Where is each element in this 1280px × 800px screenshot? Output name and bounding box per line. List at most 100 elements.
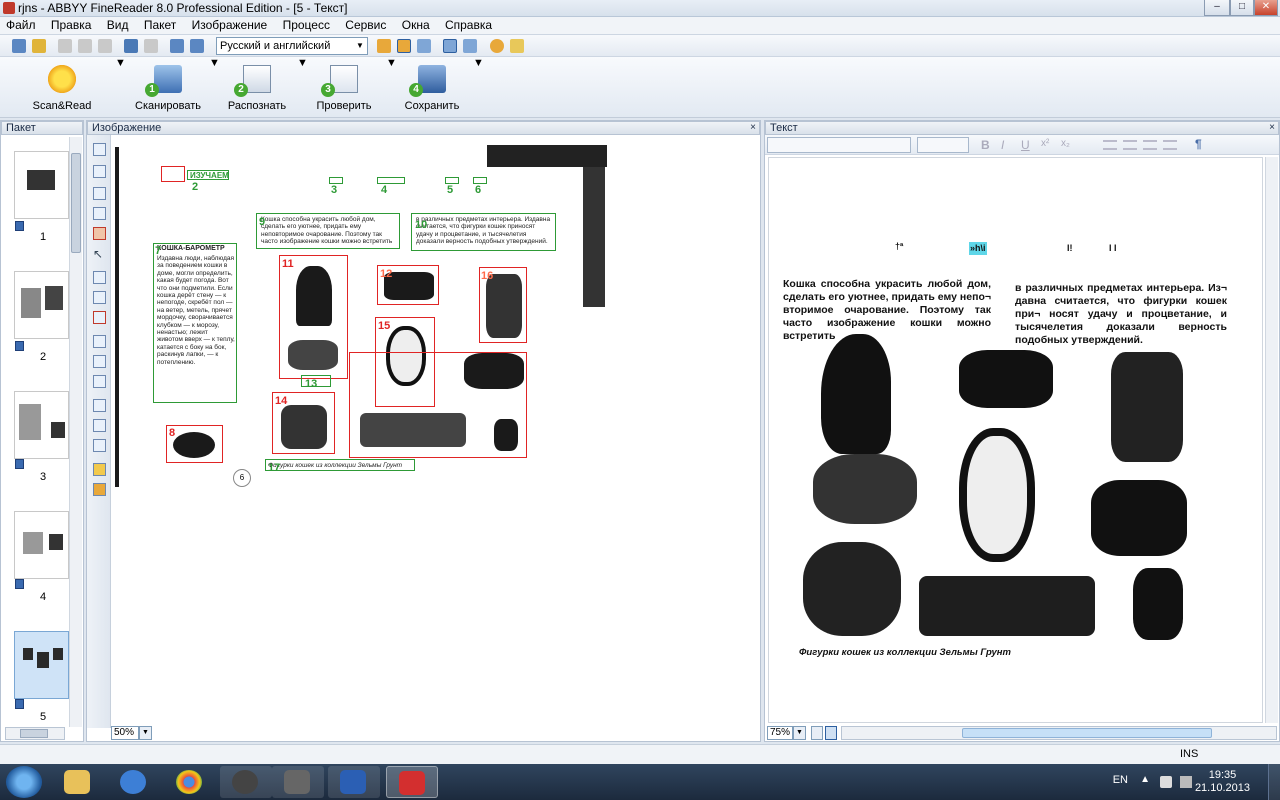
- menu-windows[interactable]: Окна: [396, 17, 436, 32]
- chevron-down-icon[interactable]: ▼: [793, 726, 806, 740]
- maximize-button[interactable]: □: [1230, 0, 1254, 16]
- copy-icon[interactable]: [78, 39, 92, 53]
- tray-arrow-icon[interactable]: ▲: [1140, 774, 1150, 785]
- taskbar-media[interactable]: [220, 766, 272, 798]
- superscript-icon[interactable]: x²: [1041, 138, 1049, 149]
- close-pane-icon[interactable]: ×: [750, 122, 756, 134]
- subscript-icon[interactable]: x₂: [1061, 138, 1070, 149]
- taskbar-word[interactable]: [328, 766, 380, 798]
- language-select[interactable]: Русский и английский ▼: [216, 37, 368, 55]
- select-area-icon[interactable]: [93, 143, 106, 156]
- block-11[interactable]: [279, 255, 348, 379]
- options-icon[interactable]: [490, 39, 504, 53]
- recognize-button[interactable]: 2 Распознать: [217, 57, 297, 117]
- volume-icon[interactable]: [1180, 776, 1192, 788]
- taskbar-chrome[interactable]: [164, 766, 216, 798]
- image-color-icon[interactable]: [93, 463, 106, 476]
- eraser-icon[interactable]: [93, 419, 106, 432]
- block-10[interactable]: в различных предметах интерьера. Издавна…: [411, 213, 556, 251]
- thumbnail-page-1[interactable]: [14, 151, 69, 219]
- menu-edit[interactable]: Правка: [45, 17, 98, 32]
- chevron-down-icon[interactable]: ▼: [353, 38, 367, 54]
- redo-icon[interactable]: [144, 39, 158, 53]
- menu-image[interactable]: Изображение: [186, 17, 274, 32]
- picture-block-icon[interactable]: [93, 227, 106, 240]
- help-book-icon[interactable]: [510, 39, 524, 53]
- bold-icon[interactable]: B: [981, 138, 990, 152]
- image-view-icon[interactable]: [397, 39, 411, 53]
- pointer-icon[interactable]: ↖: [93, 247, 106, 261]
- keyboard-language[interactable]: EN: [1113, 774, 1128, 786]
- block-3[interactable]: [329, 177, 343, 184]
- scan-read-dropdown[interactable]: ▼: [115, 57, 126, 117]
- split-view-icon[interactable]: [443, 39, 457, 53]
- thumbnail-scrollbar[interactable]: [69, 137, 82, 727]
- text-vertical-scrollbar[interactable]: [1265, 157, 1278, 723]
- text-horizontal-scrollbar[interactable]: [841, 726, 1277, 740]
- start-button[interactable]: [6, 766, 42, 798]
- chevron-down-icon[interactable]: ▼: [139, 726, 152, 740]
- menu-view[interactable]: Вид: [101, 17, 135, 32]
- menu-file[interactable]: Файл: [0, 17, 42, 32]
- align-left-icon[interactable]: [1103, 140, 1117, 150]
- block-6[interactable]: [473, 177, 487, 184]
- app-icon[interactable]: [3, 2, 15, 14]
- clock[interactable]: 19:35 21.10.2013: [1195, 769, 1250, 795]
- layout-icon[interactable]: [377, 39, 391, 53]
- block-7[interactable]: КОШКА-БАРОМЕТР Издавна люди, наблюдая за…: [153, 243, 237, 403]
- italic-icon[interactable]: I: [1001, 138, 1004, 152]
- menu-process[interactable]: Процесс: [277, 17, 336, 32]
- page-view-icon[interactable]: [811, 726, 823, 740]
- paste-icon[interactable]: [98, 39, 112, 53]
- taskbar-itunes[interactable]: [108, 766, 160, 798]
- open-folder-icon[interactable]: [32, 39, 46, 53]
- align-right-icon[interactable]: [1143, 140, 1157, 150]
- undo-icon[interactable]: [124, 39, 138, 53]
- network-icon[interactable]: [1160, 776, 1172, 788]
- edit-view-icon[interactable]: [825, 726, 837, 740]
- block-15-ext[interactable]: [349, 352, 527, 458]
- close-pane-icon[interactable]: ×: [1269, 122, 1275, 134]
- image-zoom-select[interactable]: 50% ▼: [111, 726, 152, 740]
- taskbar-steam[interactable]: [272, 766, 324, 798]
- block-4[interactable]: [377, 177, 405, 184]
- delete-block-icon[interactable]: [93, 311, 106, 324]
- minimize-button[interactable]: –: [1204, 0, 1230, 16]
- scan-button[interactable]: 1 Сканировать: [128, 57, 208, 117]
- order-blocks-icon[interactable]: [93, 335, 106, 348]
- garbled-text-2[interactable]: »h\i: [969, 242, 987, 255]
- text-block-icon[interactable]: [93, 187, 106, 200]
- check-button[interactable]: 3 Проверить: [304, 57, 384, 117]
- justify-icon[interactable]: [1163, 140, 1177, 150]
- block-2[interactable]: ИЗУЧАЕМ: [187, 170, 229, 180]
- block-17[interactable]: Фигурки кошек из коллекции Зельмы Грунт: [265, 459, 415, 471]
- text-column-2[interactable]: в различных предметах интерьера. Из¬ дав…: [1015, 282, 1227, 347]
- style-select[interactable]: [767, 137, 911, 153]
- thumbnail-page-3[interactable]: [14, 391, 69, 459]
- next-page-icon[interactable]: [190, 39, 204, 53]
- menu-batch[interactable]: Пакет: [138, 17, 182, 32]
- new-batch-icon[interactable]: [12, 39, 26, 53]
- recognize-area-icon[interactable]: [93, 165, 106, 178]
- scrollbar-thumb[interactable]: [962, 728, 1212, 738]
- scanned-page[interactable]: ИЗУЧАЕМ 2 3 4 5 6 КОШКА-БАРОМЕТР Издавна…: [115, 137, 610, 498]
- block-9[interactable]: Кошка способна украсить любой дом, сдела…: [256, 213, 400, 249]
- text-column-1[interactable]: Кошка способна украсить любой дом, сдела…: [783, 278, 991, 343]
- font-size-select[interactable]: [917, 137, 969, 153]
- horizontal-scrollbar[interactable]: [5, 727, 65, 740]
- save-button[interactable]: 4 Сохранить: [392, 57, 472, 117]
- page-props-icon[interactable]: [93, 439, 106, 452]
- taskbar-finereader[interactable]: [386, 766, 438, 798]
- crop-icon[interactable]: [93, 399, 106, 412]
- show-desktop-button[interactable]: [1268, 764, 1280, 800]
- cut-block-icon[interactable]: [93, 291, 106, 304]
- pilcrow-icon[interactable]: ¶: [1195, 137, 1202, 151]
- block-5[interactable]: [445, 177, 459, 184]
- thumbnail-page-5[interactable]: [14, 631, 69, 699]
- save-dropdown[interactable]: ▼: [473, 57, 484, 117]
- menu-help[interactable]: Справка: [439, 17, 498, 32]
- photo-icon[interactable]: [93, 483, 106, 496]
- underline-icon[interactable]: U: [1021, 138, 1030, 152]
- taskbar-explorer[interactable]: [52, 766, 104, 798]
- thumbnail-page-2[interactable]: [14, 271, 69, 339]
